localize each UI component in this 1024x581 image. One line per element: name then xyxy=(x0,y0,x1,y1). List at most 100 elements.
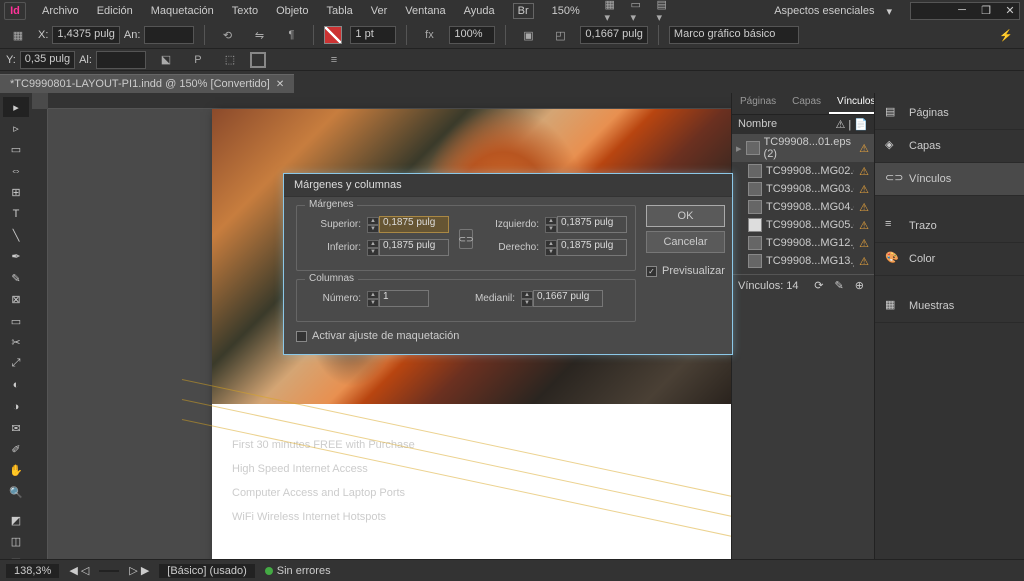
eyedropper-tool-icon[interactable]: ✐ xyxy=(3,439,29,459)
h-field[interactable] xyxy=(96,51,146,69)
menu-tabla[interactable]: Tabla xyxy=(318,3,360,19)
menu-ventana[interactable]: Ventana xyxy=(397,3,453,19)
link-row[interactable]: TC99908...MG04.eps⚠ xyxy=(732,198,874,216)
fill-stroke-icon[interactable]: ◩ xyxy=(3,510,29,530)
select-container-icon[interactable]: ⬚ xyxy=(218,48,242,72)
status-page[interactable] xyxy=(99,570,119,572)
margin-left-label: Izquierdo: xyxy=(483,219,539,230)
quick-apply-icon[interactable]: ⚡ xyxy=(994,23,1018,47)
ruler-vertical[interactable] xyxy=(32,109,48,573)
link-row[interactable]: TC99908...MG03.eps⚠ xyxy=(732,180,874,198)
view-toggle-icon[interactable]: ▦ ▾ xyxy=(598,0,622,23)
status-zoom[interactable]: 138,3% xyxy=(6,564,59,578)
links-panel-buttons[interactable]: ⟳ ✎ ⊕ xyxy=(814,279,868,292)
stroke-swatch-icon[interactable] xyxy=(250,52,266,68)
corner-size-field[interactable]: 0,1667 pulg xyxy=(580,26,648,44)
x-field[interactable]: 1,4375 pulg xyxy=(52,26,120,44)
stroke-weight[interactable]: 1 pt xyxy=(350,26,396,44)
tab-capas[interactable]: Capas xyxy=(784,93,829,114)
type-tool-icon[interactable]: T xyxy=(3,204,29,224)
page-nav-next-icon[interactable]: ▷ ▶ xyxy=(129,564,149,577)
margin-left-field[interactable]: ▲▼0,1875 pulg xyxy=(545,216,627,233)
pencil-tool-icon[interactable]: ✎ xyxy=(3,268,29,288)
gutter-field[interactable]: ▲▼0,1667 pulg xyxy=(521,290,603,307)
gap-tool-icon[interactable]: ⇔ xyxy=(3,161,29,181)
gradient-feather-tool-icon[interactable]: ◑ xyxy=(3,396,29,416)
link-row[interactable]: TC99908...MG12.jpg⚠ xyxy=(732,234,874,252)
corner-icon[interactable]: ◰ xyxy=(548,23,572,47)
link-row[interactable]: TC99908...MG02.eps⚠ xyxy=(732,162,874,180)
menu-texto[interactable]: Texto xyxy=(224,3,266,19)
gradient-swatch-tool-icon[interactable]: ◐ xyxy=(3,375,29,395)
content-collector-tool-icon[interactable]: ⊞ xyxy=(3,183,29,203)
panel-paginas[interactable]: ▤Páginas xyxy=(875,97,1024,130)
zoom-level[interactable]: 150% xyxy=(536,3,596,19)
rectangle-tool-icon[interactable]: ▭ xyxy=(3,311,29,331)
screen-mode-icon[interactable]: ▭ ▾ xyxy=(624,0,648,23)
tab-paginas[interactable]: Páginas xyxy=(732,93,784,114)
status-style[interactable]: [Básico] (usado) xyxy=(159,564,254,578)
char-format-icon[interactable]: ¶ xyxy=(279,23,303,47)
close-tab-icon[interactable]: ✕ xyxy=(276,79,284,90)
column-number-field[interactable]: ▲▼1 xyxy=(367,290,429,307)
page-nav-prev-icon[interactable]: ◀ ◁ xyxy=(69,564,89,577)
hand-tool-icon[interactable]: ✋ xyxy=(3,461,29,481)
minimize-window-icon[interactable]: ─ xyxy=(952,2,972,18)
page-tool-icon[interactable]: ▭ xyxy=(3,140,29,160)
menu-ayuda[interactable]: Ayuda xyxy=(456,3,503,19)
fx-icon[interactable]: fx xyxy=(417,23,441,47)
cancel-button[interactable]: Cancelar xyxy=(646,231,725,253)
fill-swatch-icon[interactable] xyxy=(324,26,342,44)
y-field[interactable]: 0,35 pulg xyxy=(20,51,75,69)
text-wrap-icon[interactable]: ▣ xyxy=(516,23,540,47)
rectangle-frame-tool-icon[interactable]: ⊠ xyxy=(3,290,29,310)
ruler-horizontal[interactable] xyxy=(48,93,731,109)
link-row[interactable]: TC99908...MG05.eps⚠ xyxy=(732,216,874,234)
line-tool-icon[interactable]: ╲ xyxy=(3,225,29,245)
opacity-field[interactable]: 100% xyxy=(449,26,495,44)
menu-archivo[interactable]: Archivo xyxy=(34,3,87,19)
bridge-button[interactable]: Br xyxy=(513,3,534,19)
margin-bottom-field[interactable]: ▲▼0,1875 pulg xyxy=(367,239,449,256)
pen-tool-icon[interactable]: ✒ xyxy=(3,247,29,267)
panel-capas[interactable]: ◈Capas xyxy=(875,130,1024,163)
direct-selection-tool-icon[interactable]: ▹ xyxy=(3,118,29,138)
margin-right-field[interactable]: ▲▼0,1875 pulg xyxy=(545,239,627,256)
panel-trazo[interactable]: ≡Trazo xyxy=(875,210,1024,243)
note-tool-icon[interactable]: ✉ xyxy=(3,418,29,438)
scissors-tool-icon[interactable]: ✂ xyxy=(3,332,29,352)
link-margins-icon[interactable]: ⊂⊃ xyxy=(459,229,473,249)
ok-button[interactable]: OK xyxy=(646,205,725,227)
arrange-icon[interactable]: ▤ ▾ xyxy=(650,0,674,23)
reference-point-icon[interactable]: ▦ xyxy=(6,23,30,47)
selection-tool-icon[interactable]: ▸ xyxy=(3,97,29,117)
align-icon[interactable]: ≡ xyxy=(322,48,346,72)
object-style-field[interactable]: Marco gráfico básico xyxy=(669,26,799,44)
rotate-icon[interactable]: ⟲ xyxy=(215,23,239,47)
preview-checkbox[interactable]: ✓ Previsualizar xyxy=(646,265,725,277)
free-transform-tool-icon[interactable]: ⤢ xyxy=(3,354,29,374)
layout-adjust-checkbox[interactable]: Activar ajuste de maquetación xyxy=(296,330,636,342)
paragraph-icon[interactable]: P xyxy=(186,48,210,72)
panel-muestras[interactable]: ▦Muestras xyxy=(875,290,1024,323)
margins-columns-dialog: Márgenes y columnas Márgenes Superior: ▲… xyxy=(283,173,733,355)
text-line: WiFi Wireless Internet Hotspots xyxy=(232,506,731,528)
workspace-selector[interactable]: Aspectos esenciales ▾ xyxy=(758,1,900,21)
menu-ver[interactable]: Ver xyxy=(363,3,396,19)
apply-color-icon[interactable]: ◫ xyxy=(3,531,29,551)
panel-vinculos[interactable]: ⊂⊃Vínculos xyxy=(875,163,1024,196)
panel-color[interactable]: 🎨Color xyxy=(875,243,1024,276)
maximize-window-icon[interactable]: ❐ xyxy=(976,2,996,18)
menu-objeto[interactable]: Objeto xyxy=(268,3,316,19)
zoom-tool-icon[interactable]: 🔍 xyxy=(3,482,29,502)
menu-maquetacion[interactable]: Maquetación xyxy=(143,3,222,19)
w-field[interactable] xyxy=(144,26,194,44)
link-row[interactable]: TC99908...MG13.jpg⚠ xyxy=(732,252,874,270)
link-row[interactable]: ▸TC99908...01.eps (2)⚠ xyxy=(732,134,874,162)
doc-tab[interactable]: *TC9990801-LAYOUT-PI1.indd @ 150% [Conve… xyxy=(0,74,294,93)
shear-icon[interactable]: ⬕ xyxy=(154,48,178,72)
close-window-icon[interactable]: ✕ xyxy=(1000,2,1020,18)
flip-h-icon[interactable]: ⇋ xyxy=(247,23,271,47)
menu-edicion[interactable]: Edición xyxy=(89,3,141,19)
margin-top-field[interactable]: ▲▼0,1875 pulg xyxy=(367,216,449,233)
